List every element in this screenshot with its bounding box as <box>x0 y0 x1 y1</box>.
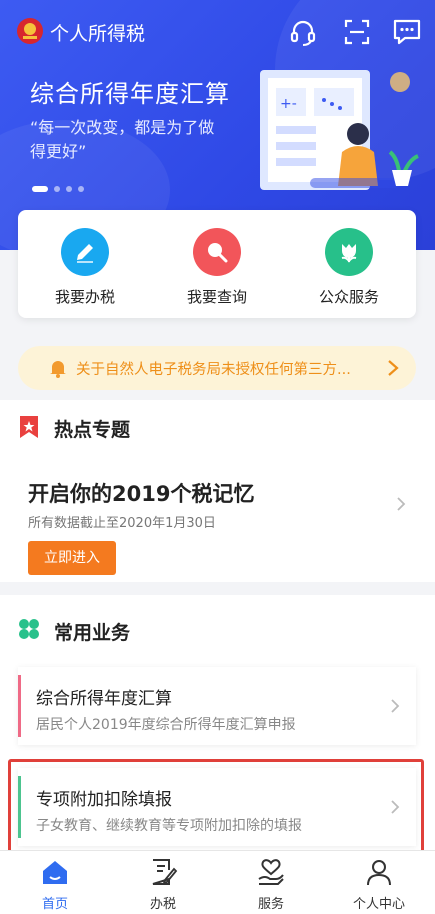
chevron-right-icon <box>391 699 400 713</box>
chevron-right-icon <box>388 360 399 376</box>
tab-label: 个人中心 <box>352 897 405 912</box>
quick-action-query[interactable]: 我要查询 <box>157 228 277 307</box>
section-heading-hot-topics: 热点专题 <box>54 419 131 441</box>
notice-bar[interactable]: 关于自然人电子税务局未授权任何第三方... <box>18 346 416 390</box>
logo-emblem-icon <box>17 18 43 44</box>
quick-action-label: 我要查询 <box>186 288 247 306</box>
clover-icon <box>19 619 39 639</box>
quick-action-icon-bg <box>193 228 241 276</box>
top-bar: 个人所得税 <box>0 0 435 64</box>
carousel-dot-active <box>32 186 48 192</box>
promo-title[interactable]: 开启你的2019个税记忆 <box>28 478 254 508</box>
enter-now-button[interactable]: 立即进入 <box>28 541 116 575</box>
edit-icon <box>77 244 93 263</box>
quick-actions-card: 我要办税 我要查询 公众服务 <box>18 210 416 318</box>
document-edit-icon <box>152 859 178 885</box>
heart-hand-icon <box>258 859 284 885</box>
scan-icon[interactable] <box>342 17 372 47</box>
tab-label: 办税 <box>149 897 176 912</box>
bell-icon <box>50 361 66 378</box>
search-icon <box>208 243 228 263</box>
headset-icon[interactable] <box>288 17 318 47</box>
quick-action-label: 公众服务 <box>318 288 379 306</box>
bookmark-icon <box>20 416 38 438</box>
promo-subtitle: 所有数据截止至2020年1月30日 <box>28 516 216 531</box>
tab-home[interactable]: 首页 <box>5 857 105 912</box>
carousel-dot <box>66 186 72 192</box>
tab-service[interactable]: 服务 <box>221 857 321 912</box>
carousel-dot <box>78 186 84 192</box>
section-heading-common-business: 常用业务 <box>54 622 131 644</box>
notice-text: 关于自然人电子税务局未授权任何第三方... <box>76 362 351 378</box>
bottom-tab-bar: 首页 办税 服务 个人中心 <box>0 850 435 914</box>
accent-bar <box>18 675 21 737</box>
quick-action-label: 我要办税 <box>54 288 115 306</box>
app-title: 个人所得税 <box>50 23 146 45</box>
quick-action-file-tax[interactable]: 我要办税 <box>25 228 145 307</box>
banner-title: 综合所得年度汇算 <box>30 80 230 108</box>
chevron-right-icon[interactable] <box>396 496 406 512</box>
tab-profile[interactable]: 个人中心 <box>329 857 429 912</box>
carousel-dot <box>54 186 60 192</box>
person-icon <box>367 860 391 886</box>
tab-label: 服务 <box>257 897 284 912</box>
tab-label: 首页 <box>41 897 68 912</box>
highlight-box <box>8 759 424 855</box>
business-item-annual-settlement[interactable]: 综合所得年度汇算 居民个人2019年度综合所得年度汇算申报 <box>18 667 416 745</box>
home-icon <box>43 861 67 884</box>
message-icon[interactable] <box>392 17 422 47</box>
tab-tax[interactable]: 办税 <box>113 857 213 912</box>
quick-action-icon-bg <box>325 228 373 276</box>
banner-subtitle: “每一次改变，都是为了做得更好” <box>30 118 215 161</box>
banner-illustration: +- <box>260 70 419 190</box>
carousel-indicator <box>32 186 84 192</box>
quick-action-public-service[interactable]: 公众服务 <box>289 228 409 307</box>
svg-text:+-: +- <box>280 96 297 112</box>
tulip-icon <box>341 244 357 263</box>
quick-action-icon-bg <box>61 228 109 276</box>
business-item-desc: 居民个人2019年度综合所得年度汇算申报 <box>36 717 296 733</box>
business-item-title: 综合所得年度汇算 <box>36 689 172 709</box>
